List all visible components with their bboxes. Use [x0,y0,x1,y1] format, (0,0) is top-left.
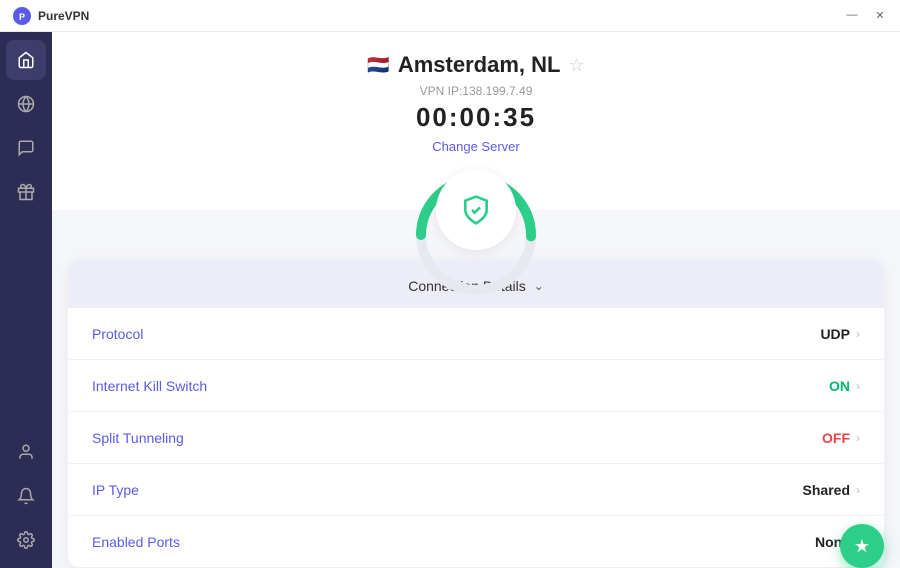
detail-row-ip-type[interactable]: IP Type Shared › [68,464,884,516]
app-body: 🇳🇱 Amsterdam, NL ☆ VPN IP:138.199.7.49 0… [0,32,900,568]
shield-icon-container[interactable] [436,170,516,250]
sidebar-item-gift[interactable] [6,172,46,212]
sidebar-item-account[interactable] [6,432,46,472]
protocol-value: UDP [820,326,850,342]
purevpn-logo-icon: P [12,6,32,26]
sidebar-item-support[interactable] [6,128,46,168]
connection-card: Connection Details ⌄ Protocol UDP › Inte… [68,260,884,568]
sidebar-item-home[interactable] [6,40,46,80]
app-logo: P PureVPN [12,6,89,26]
kill-switch-value: ON [829,378,850,394]
vpn-ip-value: 138.199.7.49 [462,84,532,98]
change-server-link[interactable]: Change Server [432,139,519,154]
svg-text:P: P [19,12,25,22]
close-button[interactable]: ✕ [872,9,888,22]
shield-icon [460,194,492,226]
enabled-ports-label: Enabled Ports [92,534,815,550]
protocol-label: Protocol [92,326,820,342]
detail-row-kill-switch[interactable]: Internet Kill Switch ON › [68,360,884,412]
split-tunneling-chevron-icon: › [856,431,860,445]
ip-type-value: Shared [803,482,850,498]
window-controls: — ✕ [844,9,888,22]
fab-button[interactable]: ★ [840,524,884,568]
kill-switch-chevron-icon: › [856,379,860,393]
location-name: Amsterdam, NL [398,52,561,78]
app-title: PureVPN [38,9,89,23]
detail-row-protocol[interactable]: Protocol UDP › [68,308,884,360]
connection-timer: 00:00:35 [416,102,536,133]
minimize-button[interactable]: — [844,9,860,22]
kill-switch-label: Internet Kill Switch [92,378,829,394]
sidebar-item-globe[interactable] [6,84,46,124]
sidebar-item-notifications[interactable] [6,476,46,516]
vpn-ip-display: VPN IP:138.199.7.49 [420,84,533,98]
titlebar: P PureVPN — ✕ [0,0,900,32]
split-tunneling-value: OFF [822,430,850,446]
ip-type-chevron-icon: › [856,483,860,497]
sidebar [0,32,52,568]
vpn-ip-label: VPN IP: [420,84,463,98]
detail-row-enabled-ports[interactable]: Enabled Ports None › [68,516,884,568]
detail-row-split-tunneling[interactable]: Split Tunneling OFF › [68,412,884,464]
sidebar-item-settings[interactable] [6,520,46,560]
fab-star-icon: ★ [854,536,870,557]
shield-container [411,170,541,250]
location-row: 🇳🇱 Amsterdam, NL ☆ [367,52,584,78]
protocol-chevron-icon: › [856,327,860,341]
main-content: 🇳🇱 Amsterdam, NL ☆ VPN IP:138.199.7.49 0… [52,32,900,568]
top-section: 🇳🇱 Amsterdam, NL ☆ VPN IP:138.199.7.49 0… [52,32,900,210]
country-flag: 🇳🇱 [367,55,389,76]
split-tunneling-label: Split Tunneling [92,430,822,446]
favorite-star-icon[interactable]: ☆ [568,55,584,76]
ip-type-label: IP Type [92,482,803,498]
